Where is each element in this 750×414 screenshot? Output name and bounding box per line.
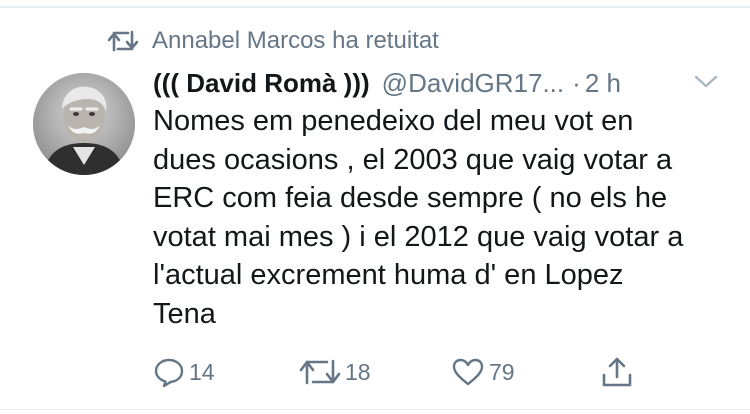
user-handle[interactable]: @DavidGR17...: [382, 68, 564, 99]
tweet-header: ((( David Romà ))) @DavidGR17... · 2 h: [153, 66, 730, 100]
retweet-banner[interactable]: Annabel Marcos ha retuitat: [108, 26, 439, 56]
reply-icon: [153, 357, 185, 387]
share-button[interactable]: [600, 352, 634, 392]
share-icon: [600, 355, 634, 389]
reply-button[interactable]: 14: [153, 352, 215, 392]
retweet-banner-text[interactable]: Annabel Marcos ha retuitat: [152, 27, 439, 55]
retweet-icon: [299, 358, 341, 386]
separator-dot: ·: [572, 67, 581, 98]
avatar[interactable]: [33, 73, 135, 175]
display-name[interactable]: ((( David Romà ))): [153, 68, 370, 99]
top-divider: [0, 6, 750, 8]
tweet-actions: 14 18 79: [153, 352, 750, 392]
tweet-text: Nomes em penedeixo del meu vot en dues o…: [153, 105, 684, 330]
retweet-count: 18: [345, 358, 371, 385]
retweet-icon: [108, 30, 138, 52]
like-button[interactable]: 79: [451, 352, 515, 392]
bottom-divider: [0, 409, 750, 410]
reply-count: 14: [189, 358, 215, 385]
like-count: 79: [489, 358, 515, 385]
retweet-button[interactable]: 18: [299, 352, 371, 392]
heart-icon: [451, 357, 485, 387]
chevron-down-icon[interactable]: [693, 72, 719, 97]
tweet-timestamp[interactable]: 2 h: [585, 68, 621, 99]
tweet-card[interactable]: Annabel Marcos ha retuitat ((( David Rom…: [0, 0, 750, 414]
